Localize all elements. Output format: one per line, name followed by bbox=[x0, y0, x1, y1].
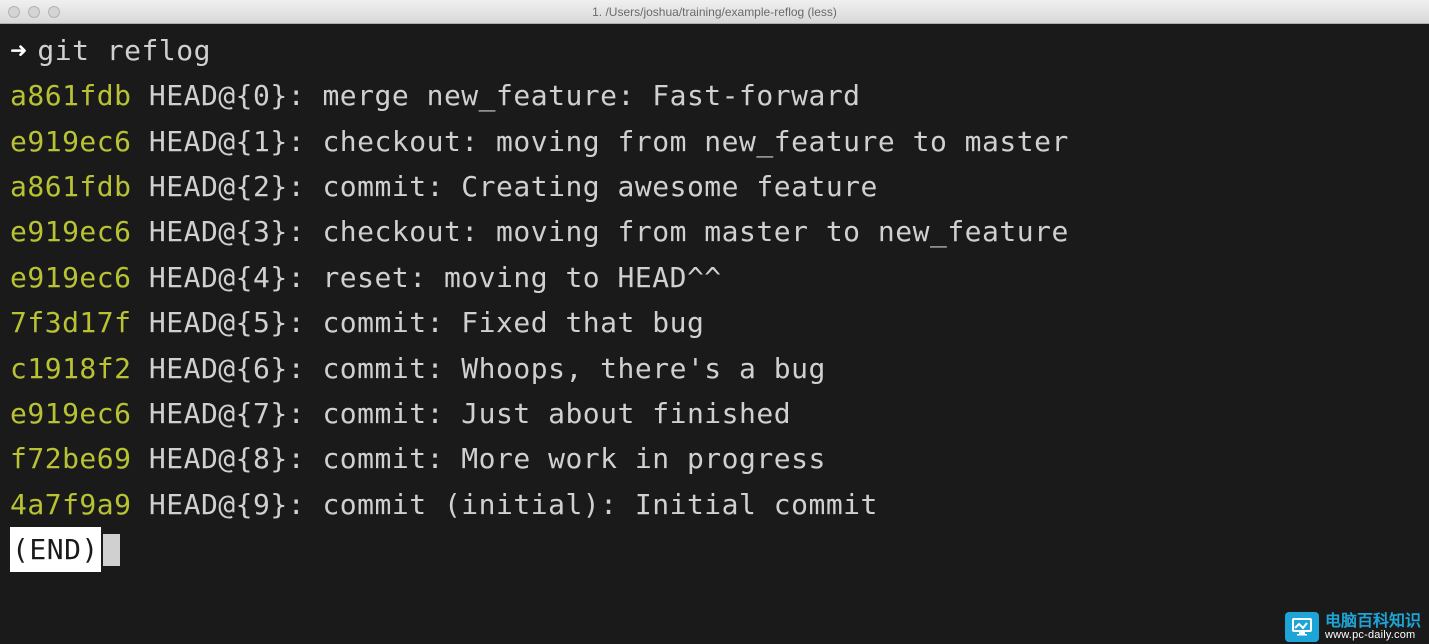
watermark: 电脑百科知识 www.pc-daily.com bbox=[1285, 612, 1421, 642]
commit-hash: c1918f2 bbox=[10, 352, 132, 385]
commit-hash: e919ec6 bbox=[10, 215, 132, 248]
close-button[interactable] bbox=[8, 6, 20, 18]
reflog-message: HEAD@{1}: checkout: moving from new_feat… bbox=[132, 125, 1069, 158]
commit-hash: 4a7f9a9 bbox=[10, 488, 132, 521]
reflog-line: a861fdb HEAD@{0}: merge new_feature: Fas… bbox=[10, 73, 1419, 118]
watermark-url: www.pc-daily.com bbox=[1325, 630, 1421, 641]
reflog-line: 4a7f9a9 HEAD@{9}: commit (initial): Init… bbox=[10, 482, 1419, 527]
cursor bbox=[103, 534, 120, 566]
prompt-arrow-icon: ➜ bbox=[10, 28, 27, 73]
reflog-line: f72be69 HEAD@{8}: commit: More work in p… bbox=[10, 436, 1419, 481]
terminal-body[interactable]: ➜ git reflog a861fdb HEAD@{0}: merge new… bbox=[0, 24, 1429, 644]
reflog-message: HEAD@{0}: merge new_feature: Fast-forwar… bbox=[132, 79, 861, 112]
reflog-line: 7f3d17f HEAD@{5}: commit: Fixed that bug bbox=[10, 300, 1419, 345]
commit-hash: f72be69 bbox=[10, 442, 132, 475]
watermark-title: 电脑百科知识 bbox=[1325, 614, 1421, 630]
terminal-window: 1. /Users/joshua/training/example-reflog… bbox=[0, 0, 1429, 644]
commit-hash: a861fdb bbox=[10, 79, 132, 112]
reflog-line: e919ec6 HEAD@{3}: checkout: moving from … bbox=[10, 209, 1419, 254]
reflog-message: HEAD@{4}: reset: moving to HEAD^^ bbox=[132, 261, 722, 294]
commit-hash: a861fdb bbox=[10, 170, 132, 203]
reflog-output: a861fdb HEAD@{0}: merge new_feature: Fas… bbox=[10, 73, 1419, 527]
command-text: git reflog bbox=[37, 28, 211, 73]
title-bar: 1. /Users/joshua/training/example-reflog… bbox=[0, 0, 1429, 24]
reflog-line: e919ec6 HEAD@{4}: reset: moving to HEAD^… bbox=[10, 255, 1419, 300]
commit-hash: e919ec6 bbox=[10, 125, 132, 158]
reflog-message: HEAD@{7}: commit: Just about finished bbox=[132, 397, 792, 430]
reflog-message: HEAD@{9}: commit (initial): Initial comm… bbox=[132, 488, 878, 521]
commit-hash: 7f3d17f bbox=[10, 306, 132, 339]
pager-end-marker: (END) bbox=[10, 527, 101, 572]
commit-hash: e919ec6 bbox=[10, 261, 132, 294]
reflog-message: HEAD@{5}: commit: Fixed that bug bbox=[132, 306, 705, 339]
minimize-button[interactable] bbox=[28, 6, 40, 18]
commit-hash: e919ec6 bbox=[10, 397, 132, 430]
reflog-line: c1918f2 HEAD@{6}: commit: Whoops, there'… bbox=[10, 346, 1419, 391]
watermark-logo-icon bbox=[1285, 612, 1319, 642]
reflog-line: e919ec6 HEAD@{1}: checkout: moving from … bbox=[10, 119, 1419, 164]
watermark-text: 电脑百科知识 www.pc-daily.com bbox=[1325, 614, 1421, 641]
reflog-message: HEAD@{6}: commit: Whoops, there's a bug bbox=[132, 352, 826, 385]
pager-end-line: (END) bbox=[10, 527, 1419, 572]
reflog-message: HEAD@{3}: checkout: moving from master t… bbox=[132, 215, 1069, 248]
reflog-message: HEAD@{8}: commit: More work in progress bbox=[132, 442, 826, 475]
reflog-line: a861fdb HEAD@{2}: commit: Creating aweso… bbox=[10, 164, 1419, 209]
maximize-button[interactable] bbox=[48, 6, 60, 18]
window-title: 1. /Users/joshua/training/example-reflog… bbox=[592, 5, 837, 19]
reflog-message: HEAD@{2}: commit: Creating awesome featu… bbox=[132, 170, 878, 203]
traffic-lights bbox=[8, 6, 60, 18]
prompt-line: ➜ git reflog bbox=[10, 28, 1419, 73]
reflog-line: e919ec6 HEAD@{7}: commit: Just about fin… bbox=[10, 391, 1419, 436]
